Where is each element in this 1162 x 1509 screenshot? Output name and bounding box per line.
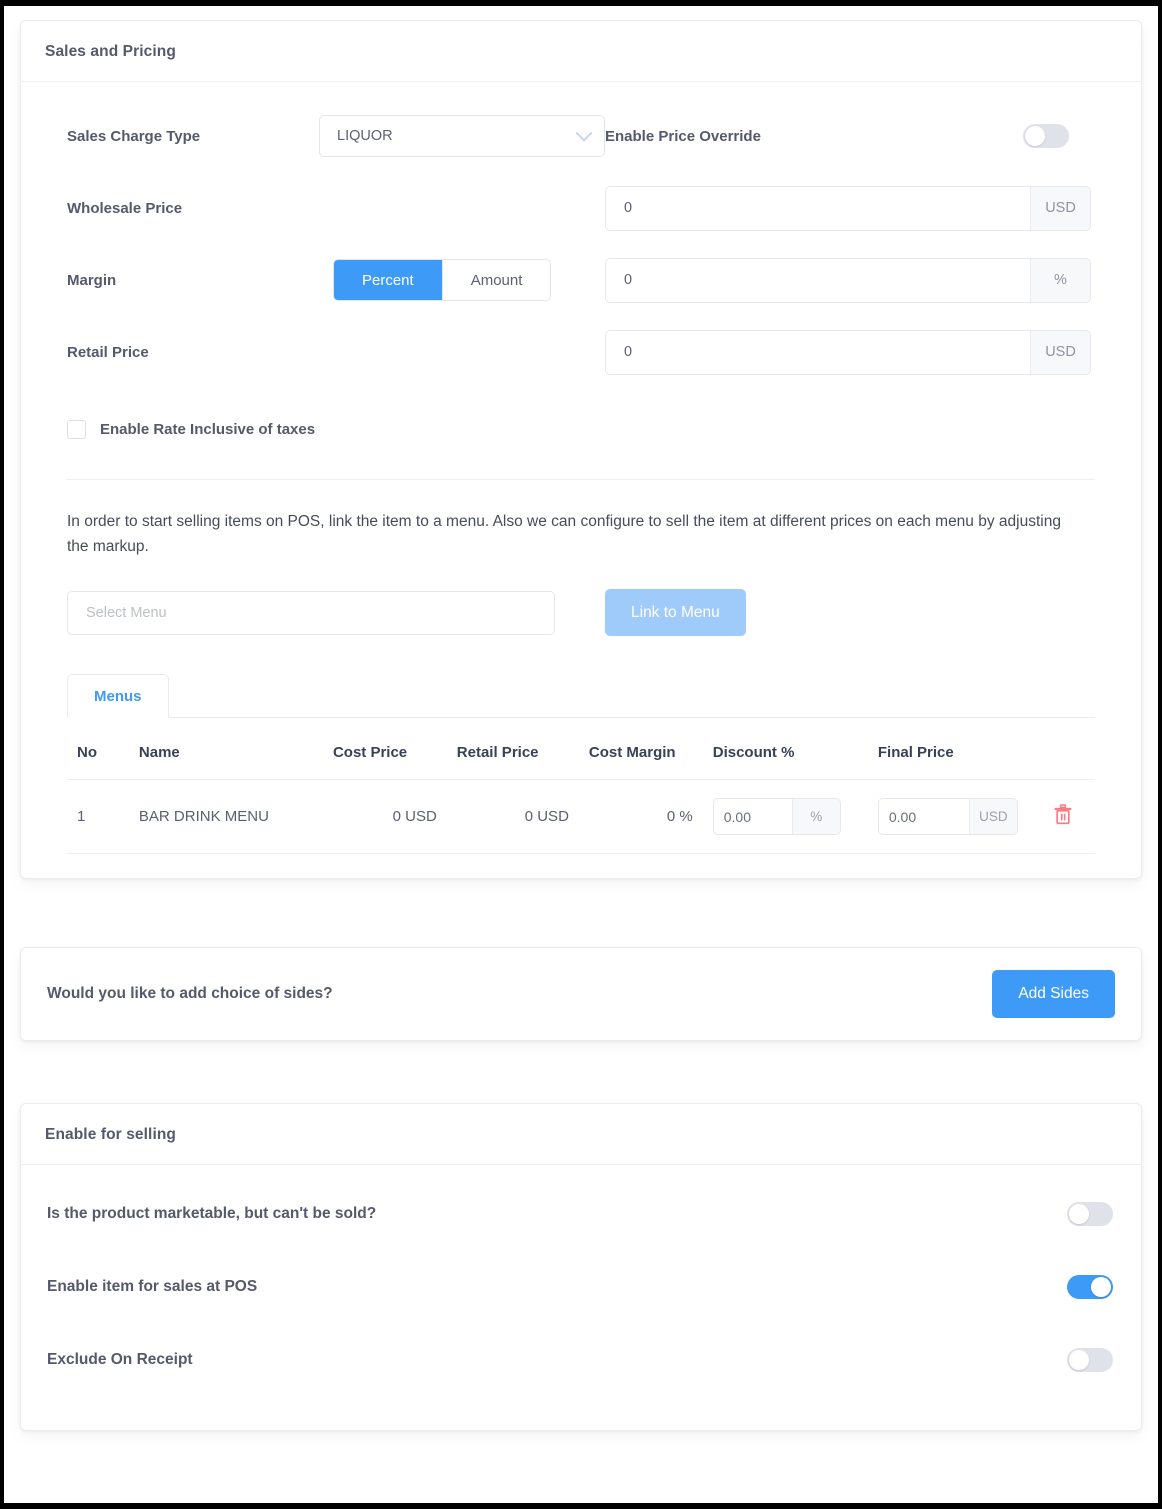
- final-price-input-group: USD: [878, 798, 1018, 835]
- toggle-knob: [1069, 1350, 1089, 1370]
- cell-discount: %: [703, 780, 868, 854]
- margin-amount-button[interactable]: Amount: [442, 260, 551, 300]
- chevron-down-icon: [576, 125, 593, 142]
- row-exclude-on-receipt: Exclude On Receipt: [21, 1323, 1141, 1396]
- add-sides-button[interactable]: Add Sides: [992, 970, 1115, 1018]
- discount-input-group: %: [713, 798, 841, 835]
- menu-help-text: In order to start selling items on POS, …: [67, 509, 1077, 559]
- trash-icon[interactable]: [1053, 804, 1073, 826]
- toggle-knob: [1091, 1277, 1111, 1297]
- retail-price-label: Retail Price: [67, 344, 319, 361]
- margin-input-group: %: [605, 258, 1091, 303]
- cell-no: 1: [67, 780, 129, 854]
- add-sides-card: Would you like to add choice of sides? A…: [20, 947, 1142, 1041]
- wholesale-price-label: Wholesale Price: [67, 200, 319, 217]
- retail-price-input[interactable]: [606, 331, 1030, 374]
- enable-for-selling-card: Enable for selling Is the product market…: [20, 1103, 1142, 1431]
- menu-link-row: Link to Menu: [67, 589, 1095, 636]
- select-menu-input[interactable]: [67, 591, 555, 635]
- card-header: Sales and Pricing: [21, 21, 1141, 82]
- margin-percent-suffix: %: [1030, 259, 1090, 302]
- retail-price-input-group: USD: [605, 330, 1091, 375]
- sales-charge-type-row: Sales Charge Type LIQUOR Enable Price Ov…: [67, 108, 1095, 164]
- sales-charge-type-label: Sales Charge Type: [67, 128, 319, 145]
- toggle-knob: [1025, 126, 1045, 146]
- add-sides-question: Would you like to add choice of sides?: [47, 985, 333, 1003]
- row-enable-pos-sales: Enable item for sales at POS: [21, 1250, 1141, 1323]
- exclude-on-receipt-toggle[interactable]: [1067, 1348, 1113, 1372]
- retail-price-label-group: Retail Price: [67, 344, 605, 361]
- menus-table-body: 1 BAR DRINK MENU 0 USD 0 USD 0 % %: [67, 780, 1095, 854]
- retail-price-currency-suffix: USD: [1030, 331, 1090, 374]
- card-body: Sales Charge Type LIQUOR Enable Price Ov…: [21, 82, 1141, 878]
- product-marketable-toggle[interactable]: [1067, 1202, 1113, 1226]
- wholesale-price-input-group: USD: [605, 186, 1091, 231]
- menus-tabs: Menus: [67, 674, 1095, 718]
- margin-percent-button[interactable]: Percent: [334, 260, 442, 300]
- col-retail-price: Retail Price: [447, 718, 579, 780]
- rate-inclusive-row: Enable Rate Inclusive of taxes: [67, 420, 1095, 439]
- selling-card-body: Is the product marketable, but can't be …: [21, 1165, 1141, 1430]
- final-price-currency-suffix: USD: [969, 799, 1017, 834]
- price-override-toggle[interactable]: [1023, 124, 1069, 148]
- margin-type-segmented: Percent Amount: [333, 259, 551, 301]
- col-discount: Discount %: [703, 718, 868, 780]
- link-to-menu-button[interactable]: Link to Menu: [605, 589, 746, 636]
- menus-table-head: No Name Cost Price Retail Price Cost Mar…: [67, 718, 1095, 780]
- sales-and-pricing-card: Sales and Pricing Sales Charge Type LIQU…: [20, 20, 1142, 879]
- wholesale-price-row: Wholesale Price USD: [67, 180, 1095, 236]
- sales-charge-type-select[interactable]: LIQUOR: [319, 115, 605, 157]
- cell-final-price: USD: [868, 780, 1043, 854]
- cell-retail-price: 0 USD: [447, 780, 579, 854]
- margin-field-group: %: [605, 258, 1095, 303]
- sales-charge-type-group: Sales Charge Type LIQUOR: [67, 115, 605, 157]
- table-header-row: No Name Cost Price Retail Price Cost Mar…: [67, 718, 1095, 780]
- tab-menus[interactable]: Menus: [67, 674, 169, 718]
- table-row: 1 BAR DRINK MENU 0 USD 0 USD 0 % %: [67, 780, 1095, 854]
- col-actions: [1043, 718, 1095, 780]
- sales-charge-type-value: LIQUOR: [337, 128, 578, 144]
- row-product-marketable: Is the product marketable, but can't be …: [21, 1177, 1141, 1250]
- section-divider: [67, 479, 1095, 480]
- margin-label: Margin: [67, 272, 319, 289]
- margin-label-group: Margin Percent Amount: [67, 259, 605, 301]
- toggle-knob: [1069, 1204, 1089, 1224]
- cell-actions: [1043, 780, 1095, 854]
- rate-inclusive-checkbox[interactable]: [67, 420, 86, 439]
- menus-table: No Name Cost Price Retail Price Cost Mar…: [67, 718, 1095, 854]
- exclude-on-receipt-label: Exclude On Receipt: [47, 1351, 193, 1369]
- selling-card-header: Enable for selling: [21, 1104, 1141, 1165]
- product-marketable-label: Is the product marketable, but can't be …: [47, 1205, 376, 1223]
- col-cost-margin: Cost Margin: [579, 718, 703, 780]
- col-no: No: [67, 718, 129, 780]
- price-override-label: Enable Price Override: [605, 128, 857, 145]
- cell-name: BAR DRINK MENU: [129, 780, 323, 854]
- final-price-input[interactable]: [879, 799, 969, 834]
- discount-percent-suffix: %: [792, 799, 840, 834]
- enable-pos-sales-label: Enable item for sales at POS: [47, 1278, 257, 1296]
- cell-cost-margin: 0 %: [579, 780, 703, 854]
- discount-input[interactable]: [714, 799, 792, 834]
- page-root: Sales and Pricing Sales Charge Type LIQU…: [4, 6, 1158, 1503]
- cell-cost-price: 0 USD: [323, 780, 447, 854]
- enable-pos-sales-toggle[interactable]: [1067, 1275, 1113, 1299]
- col-cost-price: Cost Price: [323, 718, 447, 780]
- wholesale-price-input[interactable]: [606, 187, 1030, 230]
- margin-input[interactable]: [606, 259, 1030, 302]
- retail-price-row: Retail Price USD: [67, 324, 1095, 380]
- rate-inclusive-label: Enable Rate Inclusive of taxes: [100, 421, 315, 438]
- price-override-toggle-wrap: [857, 124, 1095, 148]
- col-name: Name: [129, 718, 323, 780]
- price-override-group: Enable Price Override: [605, 124, 1095, 148]
- wholesale-price-currency-suffix: USD: [1030, 187, 1090, 230]
- retail-price-field-group: USD: [605, 330, 1095, 375]
- selling-card-title: Enable for selling: [45, 1126, 1117, 1144]
- margin-row: Margin Percent Amount %: [67, 252, 1095, 308]
- col-final-price: Final Price: [868, 718, 1043, 780]
- wholesale-price-field-group: USD: [605, 186, 1095, 231]
- page-title: Sales and Pricing: [45, 43, 1117, 61]
- wholesale-price-label-group: Wholesale Price: [67, 200, 605, 217]
